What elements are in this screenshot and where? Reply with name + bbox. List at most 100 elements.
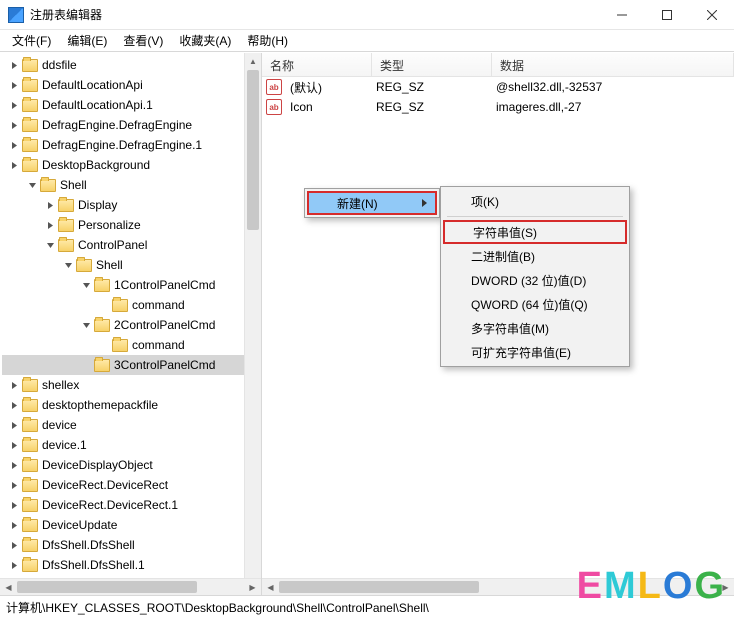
list-horizontal-scrollbar[interactable]: ◀ ▶ (262, 578, 734, 595)
context-item-multistring-value[interactable]: 多字符串值(M) (443, 316, 627, 340)
tree-item[interactable]: 3ControlPanelCmd (2, 355, 261, 375)
tree-item[interactable]: command (2, 295, 261, 315)
expand-icon[interactable] (6, 437, 22, 453)
tree-item[interactable]: DesktopBackground (2, 155, 261, 175)
expand-icon[interactable] (6, 377, 22, 393)
menu-file[interactable]: 文件(F) (4, 30, 59, 51)
tree-item[interactable]: DefragEngine.DefragEngine.1 (2, 135, 261, 155)
context-item-new[interactable]: 新建(N) (307, 191, 437, 215)
column-type[interactable]: 类型 (372, 53, 492, 76)
tree-item-label: shellex (42, 378, 83, 392)
collapse-icon[interactable] (60, 257, 76, 273)
maximize-button[interactable] (644, 0, 689, 30)
close-button[interactable] (689, 0, 734, 30)
collapse-icon[interactable] (42, 237, 58, 253)
column-data[interactable]: 数据 (492, 53, 734, 76)
expand-icon[interactable] (6, 137, 22, 153)
menu-view[interactable]: 查看(V) (115, 30, 171, 51)
context-menu-primary: 新建(N) (304, 188, 440, 218)
tree-horizontal-scrollbar[interactable]: ◀ ▶ (0, 578, 261, 595)
scroll-thumb[interactable] (247, 70, 259, 230)
tree-item[interactable]: desktopthemepackfile (2, 395, 261, 415)
menu-label: 字符串值(S) (473, 224, 537, 241)
expand-icon[interactable] (6, 557, 22, 573)
scroll-right-icon[interactable]: ▶ (717, 579, 734, 595)
tree-item[interactable]: ControlPanel (2, 235, 261, 255)
scroll-right-icon[interactable]: ▶ (244, 579, 261, 595)
collapse-icon[interactable] (24, 177, 40, 193)
list-body[interactable]: ab(默认)REG_SZ@shell32.dll,-32537abIconREG… (262, 77, 734, 117)
tree-item[interactable]: DeviceRect.DeviceRect.1 (2, 495, 261, 515)
scroll-thumb[interactable] (17, 581, 197, 593)
menu-help[interactable]: 帮助(H) (239, 30, 296, 51)
collapse-icon[interactable] (78, 277, 94, 293)
folder-icon (40, 179, 56, 192)
expand-icon[interactable] (6, 497, 22, 513)
tree-item-label: device (42, 418, 81, 432)
scroll-thumb[interactable] (279, 581, 479, 593)
folder-icon (58, 239, 74, 252)
collapse-icon[interactable] (78, 317, 94, 333)
expand-icon[interactable] (6, 417, 22, 433)
folder-icon (22, 99, 38, 112)
menu-label: 多字符串值(M) (471, 320, 549, 337)
cell-data: imageres.dll,-27 (488, 100, 589, 114)
scroll-up-icon[interactable]: ▲ (245, 53, 261, 70)
folder-icon (58, 199, 74, 212)
tree-item[interactable]: DeviceRect.DeviceRect (2, 475, 261, 495)
expand-icon[interactable] (6, 537, 22, 553)
expand-icon[interactable] (42, 197, 58, 213)
list-row[interactable]: ab(默认)REG_SZ@shell32.dll,-32537 (262, 77, 734, 97)
expand-icon[interactable] (6, 157, 22, 173)
list-row[interactable]: abIconREG_SZimageres.dll,-27 (262, 97, 734, 117)
expand-icon[interactable] (6, 457, 22, 473)
tree-item[interactable]: Shell (2, 175, 261, 195)
scroll-left-icon[interactable]: ◀ (0, 579, 17, 595)
tree-item-label: 1ControlPanelCmd (114, 278, 219, 292)
folder-icon (22, 139, 38, 152)
context-item-dword-value[interactable]: DWORD (32 位)值(D) (443, 268, 627, 292)
tree-item[interactable]: DefragEngine.DefragEngine (2, 115, 261, 135)
scroll-left-icon[interactable]: ◀ (262, 579, 279, 595)
tree-item[interactable]: DeviceUpdate (2, 515, 261, 535)
expand-icon[interactable] (6, 97, 22, 113)
tree-view[interactable]: ddsfileDefaultLocationApi DefaultLocation… (0, 53, 261, 577)
tree-item[interactable]: 1ControlPanelCmd (2, 275, 261, 295)
expand-icon[interactable] (6, 117, 22, 133)
expand-icon[interactable] (6, 77, 22, 93)
tree-item[interactable]: device.1 (2, 435, 261, 455)
tree-item[interactable]: Display (2, 195, 261, 215)
tree-item[interactable]: DfsShell.DfsShell.1 (2, 555, 261, 575)
tree-item[interactable]: device (2, 415, 261, 435)
context-item-string-value[interactable]: 字符串值(S) (443, 220, 627, 244)
tree-item[interactable]: Personalize (2, 215, 261, 235)
expand-icon[interactable] (6, 57, 22, 73)
tree-item[interactable]: DfsShell.DfsShell (2, 535, 261, 555)
tree-item[interactable]: Shell (2, 255, 261, 275)
tree-item[interactable]: ddsfile (2, 55, 261, 75)
tree-item-label: DeviceRect.DeviceRect.1 (42, 498, 182, 512)
tree-item-label: DefragEngine.DefragEngine (42, 118, 196, 132)
menu-edit[interactable]: 编辑(E) (59, 30, 115, 51)
menu-favorites[interactable]: 收藏夹(A) (171, 30, 239, 51)
tree-item-label: DefaultLocationApi.1 (42, 98, 157, 112)
column-name[interactable]: 名称 (262, 53, 372, 76)
expand-icon[interactable] (6, 397, 22, 413)
tree-vertical-scrollbar[interactable]: ▲ ▼ (244, 53, 261, 595)
expand-icon[interactable] (42, 217, 58, 233)
context-item-key[interactable]: 项(K) (443, 189, 627, 213)
menu-label: DWORD (32 位)值(D) (471, 272, 586, 289)
expand-icon[interactable] (6, 517, 22, 533)
tree-item[interactable]: command (2, 335, 261, 355)
tree-item[interactable]: shellex (2, 375, 261, 395)
minimize-button[interactable] (599, 0, 644, 30)
tree-item[interactable]: 2ControlPanelCmd (2, 315, 261, 335)
expand-icon[interactable] (6, 477, 22, 493)
context-item-binary-value[interactable]: 二进制值(B) (443, 244, 627, 268)
tree-item[interactable]: DeviceDisplayObject (2, 455, 261, 475)
tree-item[interactable]: DefaultLocationApi (2, 75, 261, 95)
context-item-expandstring-value[interactable]: 可扩充字符串值(E) (443, 340, 627, 364)
tree-item[interactable]: DefaultLocationApi.1 (2, 95, 261, 115)
context-item-qword-value[interactable]: QWORD (64 位)值(Q) (443, 292, 627, 316)
folder-icon (22, 479, 38, 492)
